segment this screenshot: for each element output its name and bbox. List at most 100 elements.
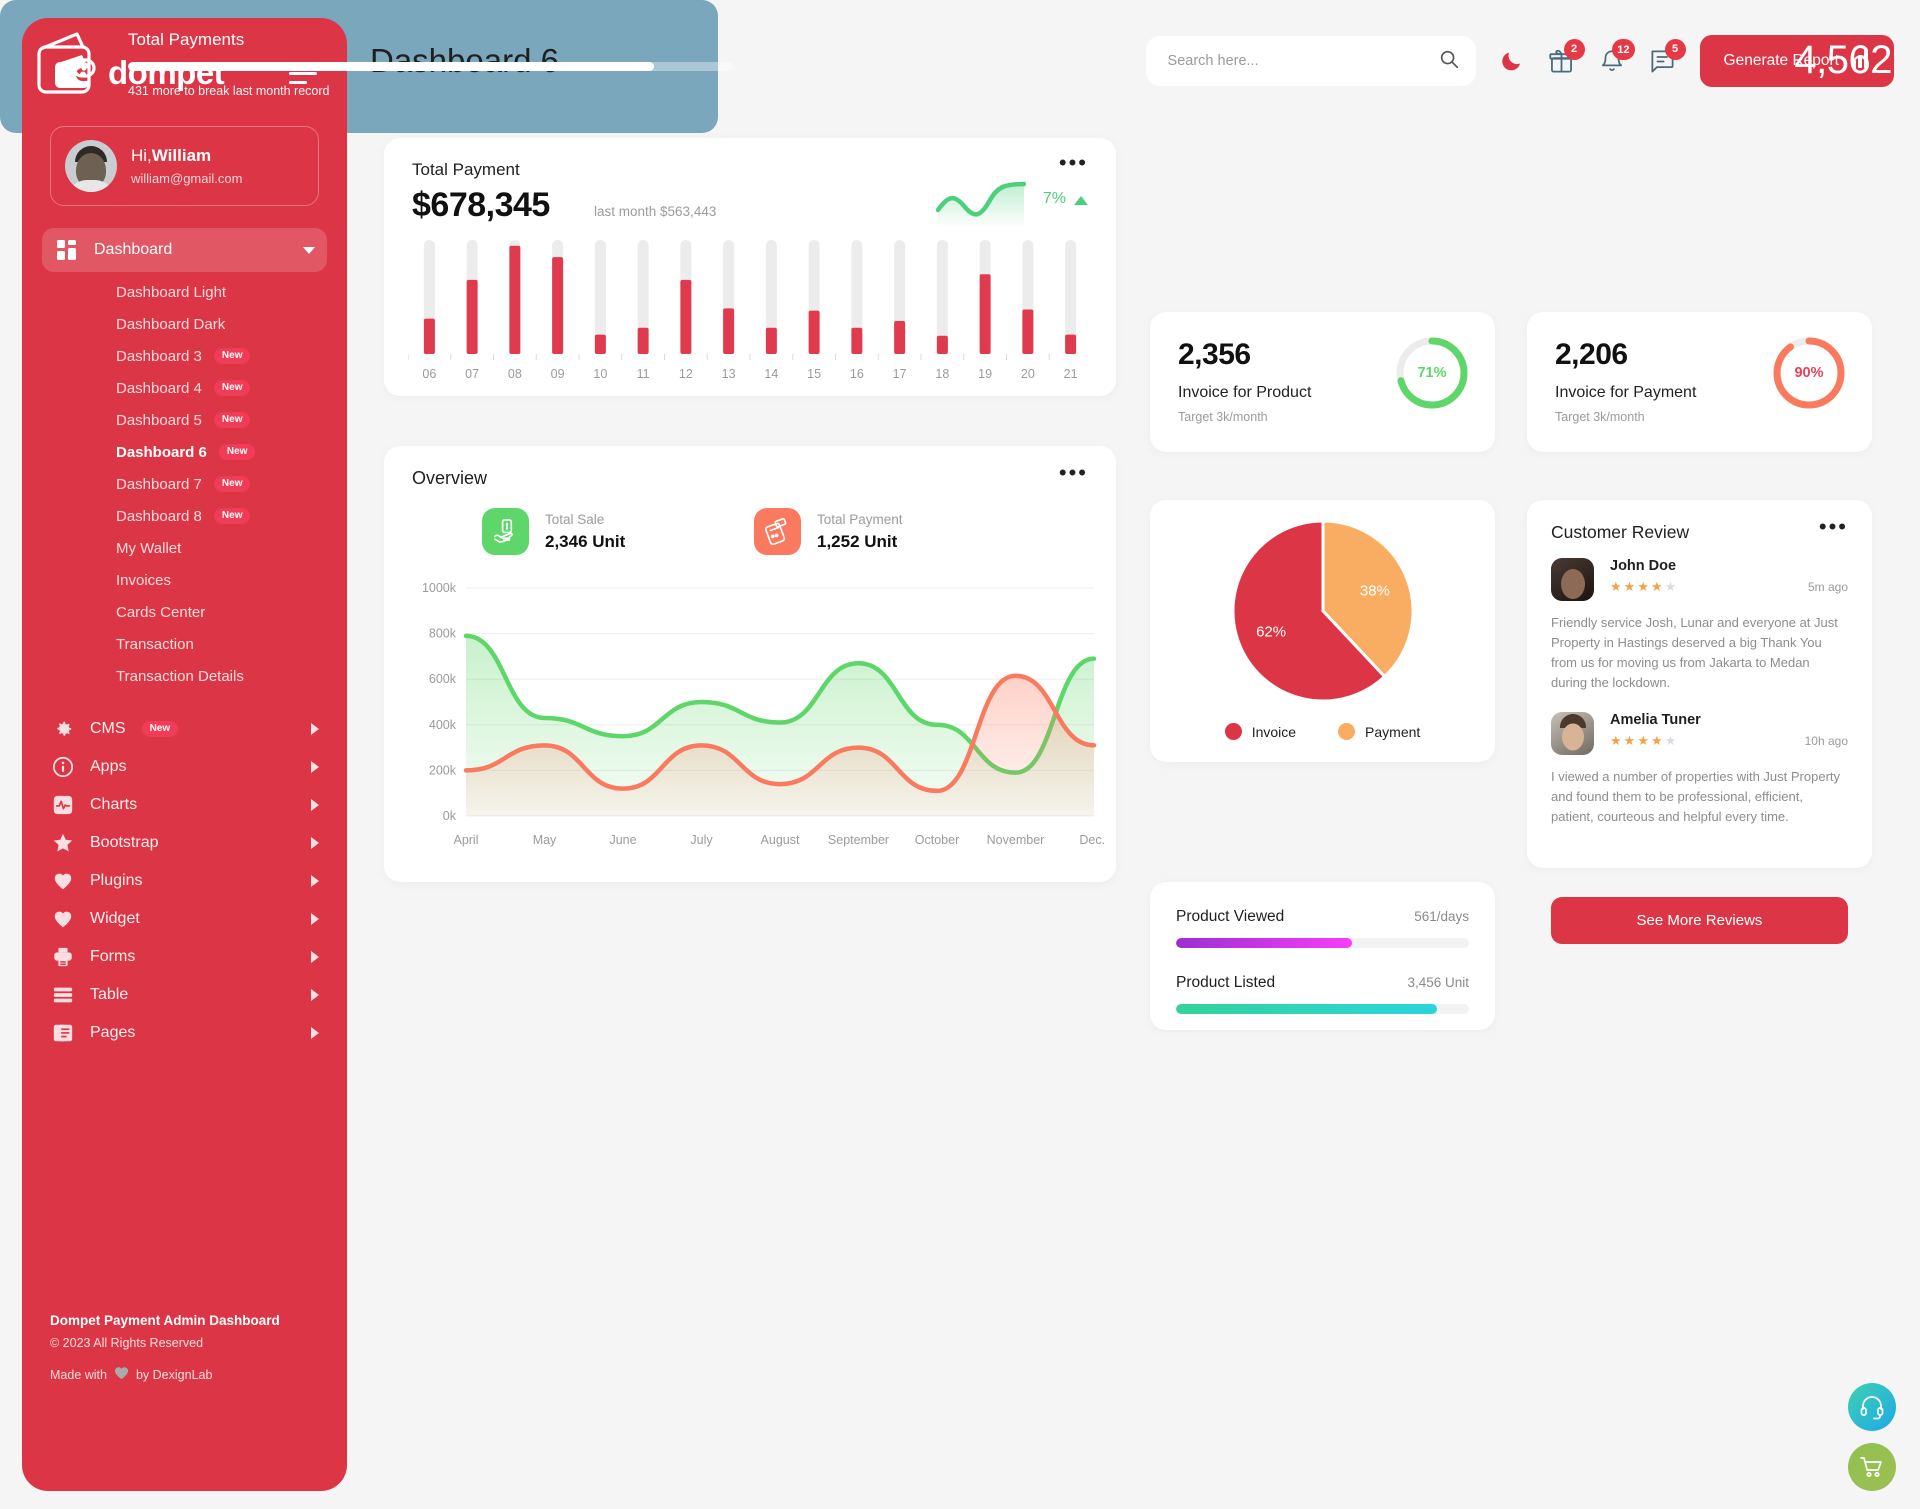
progress-label: Product Viewed	[1176, 908, 1285, 925]
sidebar-subitem-transaction-details[interactable]: Transaction Details	[22, 660, 347, 692]
x-axis-tick-label: September	[828, 833, 889, 847]
messages-button[interactable]: 5	[1649, 38, 1686, 75]
chevron-right-icon	[311, 1027, 319, 1039]
x-axis-tick-label: August	[761, 833, 800, 847]
review-text: Friendly service Josh, Lunar and everyon…	[1551, 615, 1838, 691]
search-icon[interactable]	[1438, 48, 1460, 75]
card-title: Overview	[412, 468, 488, 488]
new-badge: New	[218, 444, 256, 460]
banner-label: Total Payments	[128, 30, 245, 49]
card-terminal-icon	[754, 508, 801, 555]
invoice-product-card: 2,356 Invoice for Product Target 3k/mont…	[1150, 312, 1495, 452]
sidebar-sections: CMS New Apps Charts Bootstrap Plugins Widget Fo…	[22, 710, 347, 1052]
legend-label: Invoice	[1251, 723, 1297, 740]
y-axis-tick-label: 600k	[429, 672, 457, 686]
x-axis-tick-label: 15	[807, 367, 821, 381]
sidebar-subitem-transaction[interactable]: Transaction	[22, 628, 347, 660]
heart-icon	[50, 908, 76, 930]
sidebar-subitem-label: My Wallet	[116, 539, 182, 557]
sidebar-subitem-cards-center[interactable]: Cards Center	[22, 596, 347, 628]
search-box[interactable]	[1145, 36, 1476, 86]
sidebar-subitem-dashboard-4[interactable]: Dashboard 4 New	[22, 372, 347, 404]
sidebar-item-plugins[interactable]: Plugins	[22, 862, 347, 900]
review-text: I viewed a number of properties with Jus…	[1551, 769, 1841, 825]
bar	[851, 327, 863, 354]
x-axis-tick-label: June	[609, 833, 636, 847]
notifications-button[interactable]: 12	[1599, 39, 1635, 74]
sidebar-subitem-dashboard-6[interactable]: Dashboard 6 New	[22, 436, 347, 468]
sidebar-subitem-label: Dashboard 7	[116, 475, 202, 493]
sidebar-subitem-dashboard-3[interactable]: Dashboard 3 New	[22, 340, 347, 372]
chevron-right-icon	[311, 951, 319, 963]
card-menu-icon[interactable]: •••	[1059, 152, 1088, 174]
x-axis-tick-label: 11	[637, 367, 650, 381]
review-time: 5m ago	[1807, 580, 1848, 594]
reviewer-name: John Doe	[1610, 558, 1677, 574]
notifications-badge: 12	[1612, 39, 1635, 60]
profile-greeting: Hi,William	[131, 146, 242, 166]
legend-color-dot	[1224, 723, 1242, 740]
progress-track	[1176, 1004, 1469, 1014]
sidebar-subitem-dashboard-5[interactable]: Dashboard 5 New	[22, 404, 347, 436]
dark-mode-toggle[interactable]	[1500, 49, 1524, 73]
bar	[466, 279, 478, 354]
sidebar-item-bootstrap[interactable]: Bootstrap	[22, 824, 347, 862]
sidebar-item-charts[interactable]: Charts	[22, 786, 347, 824]
overview-area-chart: 0k 200k 400k 600k 800k 1000k April May June July A…	[422, 581, 1106, 847]
card-menu-icon[interactable]: •••	[1819, 516, 1848, 538]
y-axis-tick-label: 800k	[429, 627, 457, 641]
trend-up-icon	[1074, 196, 1088, 205]
chevron-right-icon	[311, 799, 319, 811]
invoice-percent: 71%	[1417, 365, 1447, 381]
bar	[979, 274, 991, 354]
bar	[894, 320, 906, 354]
sidebar-item-dashboard[interactable]: Dashboard	[42, 228, 327, 272]
x-axis-tick-label: 20	[1021, 367, 1035, 381]
banner-progress-track	[128, 62, 733, 71]
legend-item-payment: Payment	[1338, 723, 1420, 740]
sidebar-subitem-label: Cards Center	[116, 603, 206, 621]
sidebar-item-forms[interactable]: Forms	[22, 938, 347, 976]
card-menu-icon[interactable]: •••	[1059, 462, 1088, 484]
sidebar-subitem-dashboard-8[interactable]: Dashboard 8 New	[22, 500, 347, 532]
new-badge: New	[213, 348, 251, 364]
sidebar-item-table[interactable]: Table	[22, 976, 347, 1014]
sidebar-subitem-my-wallet[interactable]: My Wallet	[22, 532, 347, 564]
bar	[1022, 309, 1034, 354]
x-axis-tick-label: 17	[893, 367, 907, 381]
header: Dashboard 6 2 12	[370, 24, 1894, 98]
sidebar: dompet Hi,William william@gmail.com Dash…	[22, 18, 347, 1491]
x-axis-tick-label: 19	[978, 367, 992, 381]
pie-slice-label: 38%	[1359, 582, 1389, 599]
reviewer-name: Amelia Tuner	[1610, 712, 1701, 728]
cart-button[interactable]	[1848, 1443, 1896, 1491]
sidebar-item-apps[interactable]: Apps	[22, 748, 347, 786]
profile-name: William	[151, 146, 212, 166]
sidebar-subitem-invoices[interactable]: Invoices	[22, 564, 347, 596]
search-input[interactable]	[1167, 53, 1438, 69]
info-icon	[50, 756, 76, 778]
new-badge: New	[213, 508, 251, 524]
progress-fill	[1176, 938, 1352, 948]
sidebar-item-pages[interactable]: Pages	[22, 1014, 347, 1052]
heart-icon	[50, 870, 76, 892]
bar	[936, 335, 948, 354]
y-axis-tick-label: 400k	[429, 718, 457, 732]
sidebar-subitem-dashboard-dark[interactable]: Dashboard Dark	[22, 308, 347, 340]
new-badge: New	[141, 721, 179, 737]
sidebar-item-label: Pages	[90, 1024, 136, 1041]
banner-value: 4,562	[1794, 38, 1892, 82]
sidebar-subitem-dashboard-7[interactable]: Dashboard 7 New	[22, 468, 347, 500]
bar	[423, 318, 435, 354]
sidebar-item-widget[interactable]: Widget	[22, 900, 347, 938]
invoice-value: 2,356	[1178, 338, 1251, 371]
pie-legend: Invoice Payment	[1150, 723, 1495, 740]
sidebar-item-cms[interactable]: CMS New	[22, 710, 347, 748]
see-more-reviews-button[interactable]: See More Reviews	[1551, 897, 1848, 944]
bar	[680, 279, 692, 354]
gift-button[interactable]: 2	[1548, 38, 1585, 75]
profile-box[interactable]: Hi,William william@gmail.com	[50, 126, 319, 206]
support-button[interactable]	[1848, 1383, 1896, 1431]
sidebar-subitem-label: Dashboard 3	[116, 347, 202, 365]
sidebar-subitem-dashboard-light[interactable]: Dashboard Light	[22, 276, 347, 308]
